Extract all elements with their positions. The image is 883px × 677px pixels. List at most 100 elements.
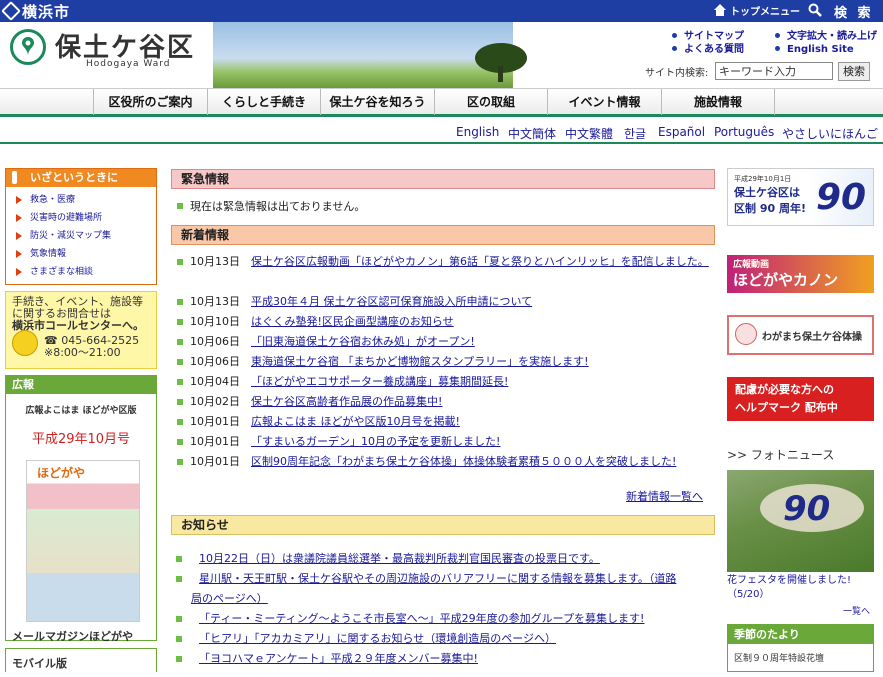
lang-portuguese[interactable]: Português xyxy=(714,125,774,139)
call-center-mascot-icon xyxy=(12,330,38,356)
lang-korean[interactable]: 한글 xyxy=(624,125,646,142)
kouhou-issue[interactable]: 平成29年10月号 xyxy=(6,428,156,447)
news-link[interactable]: 「すまいるガーデン」10月の予定を更新しました! xyxy=(251,432,500,452)
lang-easy-japanese[interactable]: やさしいにほんご xyxy=(782,125,878,142)
news-date: 10月13日 xyxy=(190,295,240,308)
mobile-box[interactable]: モバイル版 xyxy=(5,648,157,672)
search-button[interactable]: 検索 xyxy=(838,62,870,81)
bullet-icon xyxy=(176,636,182,642)
notice-link[interactable]: 10月22日（日）は衆議院議員総選挙・最高裁判所裁判官国民審査の投票日です。 xyxy=(199,549,600,569)
notice-link[interactable]: 局のページへ） xyxy=(191,589,268,609)
bullet-icon xyxy=(176,616,182,622)
bullet-icon xyxy=(176,656,182,662)
top-menu-link[interactable]: トップメニュー xyxy=(730,3,800,18)
news-date: 10月02日 xyxy=(190,395,240,408)
svg-text:90: 90 xyxy=(783,489,830,529)
news-link[interactable]: 東海道保土ケ谷宿 「まちかど博物館スタンプラリー」を実施します! xyxy=(251,352,589,372)
lang-english[interactable]: English xyxy=(456,125,499,139)
notice-link[interactable]: 「ヨコハマｅアンケート」平成２９年度メンバー募集中! xyxy=(199,649,478,669)
news-date: 10月06日 xyxy=(190,355,240,368)
season-title: 季節のたより xyxy=(728,625,873,644)
news-link[interactable]: 保土ケ谷区広報動画「ほどがやカノン」第6話「夏と祭りとハインリッヒ」を配信しまし… xyxy=(251,252,711,271)
emergency-link-evacuation[interactable]: 災害時の避難場所 xyxy=(16,209,156,227)
news-link[interactable]: 「旧東海道保土ケ谷宿お休み処」がオープン! xyxy=(251,332,475,352)
news-link[interactable]: 平成30年４月 保土ケ谷区認可保育施設入所申請について xyxy=(251,292,532,312)
mail-magazine-link[interactable]: メールマガジンほどがや xyxy=(12,628,133,644)
help-mark-banner[interactable]: 配慮が必要な方への ヘルプマーク 配布中 xyxy=(727,377,874,421)
faq-link[interactable]: よくある質問 xyxy=(672,43,744,56)
banner-text: わがまち保土ケ谷体操 xyxy=(762,332,862,343)
lang-spanish[interactable]: Español xyxy=(658,125,705,139)
taisou-banner[interactable]: わがまち保土ケ谷体操 xyxy=(727,315,874,355)
kouhou-box: 広報 広報よこはま ほどがや区版 平成29年10月号 ほどがや メールマガジンほ… xyxy=(5,375,157,644)
text-size-link[interactable]: 文字拡大・読み上げ xyxy=(775,30,877,43)
notice-link[interactable]: 星川駅・天王町駅・保土ケ谷駅やその周辺施設のバリアフリーに関する情報を募集します… xyxy=(199,569,676,589)
news-date: 10月01日 xyxy=(190,415,240,428)
bullet-icon xyxy=(177,203,183,209)
banner-text: 平成29年10月1日 xyxy=(734,175,792,183)
city-name[interactable]: 横浜市 xyxy=(22,1,70,22)
kouhou-cover-image[interactable]: ほどがや xyxy=(26,460,140,622)
news-date: 10月10日 xyxy=(190,315,240,328)
kouhou-cover-title: ほどがや xyxy=(37,466,86,480)
news-section-title: 新着情報 xyxy=(171,225,715,245)
global-nav: 区役所のご案内 くらしと手続き 保土ケ谷を知ろう 区の取組 イベント情報 施設情… xyxy=(0,88,883,117)
emergency-status-text: 現在は緊急情報は出ておりません。 xyxy=(190,200,366,213)
news-more-link[interactable]: 新着情報一覧へ xyxy=(626,488,703,504)
nav-facilities[interactable]: 施設情報 xyxy=(661,89,775,115)
notice-link[interactable]: 「ヒアリ」「アカカミアリ」に関するお知らせ（環境創造局のページへ） xyxy=(199,629,556,649)
emergency-link-consult[interactable]: さまざまな相談 xyxy=(16,263,156,281)
yokohama-logo-icon xyxy=(1,1,21,21)
season-text[interactable]: 区制９０周年特設花壇 xyxy=(728,644,873,664)
nav-initiatives[interactable]: 区の取組 xyxy=(434,89,547,115)
home-icon[interactable] xyxy=(714,4,726,16)
hodogaya-canon-banner[interactable]: 広報動画 ほどがやカノン xyxy=(727,255,874,293)
banner-text: ヘルプマーク 配布中 xyxy=(735,401,838,414)
search-input[interactable] xyxy=(715,62,833,80)
svg-text:90: 90 xyxy=(816,177,866,217)
news-link[interactable]: 区制90周年記念「わがまち保土ケ谷体操」体操体験者累積５０００人を突破しました! xyxy=(251,452,676,472)
bullet-icon xyxy=(176,576,182,582)
lang-zh-cn[interactable]: 中文簡体 xyxy=(508,125,556,142)
news-link[interactable]: 広報よこはま ほどがや区版10月号を掲載! xyxy=(251,412,460,432)
kouhou-subtitle[interactable]: 広報よこはま ほどがや区版 xyxy=(6,403,156,416)
emergency-box-title: いざというときに xyxy=(6,169,156,187)
header-banner-image xyxy=(213,22,527,88)
nav-events[interactable]: イベント情報 xyxy=(547,89,661,115)
nav-office-info[interactable]: 区役所のご案内 xyxy=(93,89,207,115)
anniversary-90-banner[interactable]: 平成29年10月1日 保土ケ谷区は 区制 90 周年! 90 xyxy=(727,168,874,226)
photo-news-title[interactable]: >> フォトニュース xyxy=(727,446,834,463)
sitemap-link[interactable]: サイトマップ xyxy=(672,30,744,43)
photo-news-image[interactable]: 90 xyxy=(727,470,874,572)
photo-news-caption[interactable]: 花フェスタを開催しました! （5/20） xyxy=(727,574,851,602)
search-icon[interactable] xyxy=(808,3,822,17)
banner-text: 保土ケ谷区は xyxy=(734,186,800,199)
site-header: 保土ケ谷区 Hodogaya Ward サイトマップ よくある質問 文字拡大・読… xyxy=(0,22,883,88)
news-date: 10月01日 xyxy=(190,455,240,468)
nav-know-hodogaya[interactable]: 保土ケ谷を知ろう xyxy=(320,89,434,115)
emergency-link-weather[interactable]: 気象情報 xyxy=(16,245,156,263)
call-center-tel: ☎ 045-664-2525 ※8:00～21:00 xyxy=(44,334,140,359)
news-link[interactable]: 保土ケ谷区高齢者作品展の作品募集中! xyxy=(251,392,442,412)
top-search-link[interactable]: 検 索 xyxy=(834,2,874,21)
season-box: 季節のたより 区制９０周年特設花壇 xyxy=(727,624,874,672)
lang-zh-tw[interactable]: 中文繁體 xyxy=(565,125,613,142)
banner-text: 区制 90 周年! xyxy=(734,202,806,215)
ward-logo-icon[interactable] xyxy=(10,29,46,65)
emergency-link-medical[interactable]: 救急・医療 xyxy=(16,191,156,209)
photo-more-link[interactable]: 一覧へ xyxy=(843,604,870,617)
flower-bed-90-icon: 90 xyxy=(760,484,864,532)
english-site-link[interactable]: English Site xyxy=(775,43,854,56)
notice-link[interactable]: 「ティー・ミーティング～ようこそ市長室へ～」平成29年度の参加グループを募集しま… xyxy=(199,609,644,629)
news-link[interactable]: はぐくみ塾発!区民企画型講座のお知らせ xyxy=(251,312,454,332)
news-link[interactable]: 「ほどがやエコサポーター養成講座」募集期間延長! xyxy=(251,372,508,392)
nav-living[interactable]: くらしと手続き xyxy=(207,89,320,115)
news-date: 10月01日 xyxy=(190,435,240,448)
news-date: 10月13日 xyxy=(190,255,240,268)
news-date: 10月06日 xyxy=(190,335,240,348)
news-date: 10月04日 xyxy=(190,375,240,388)
emergency-link-maps[interactable]: 防災・減災マップ集 xyxy=(16,227,156,245)
bullet-icon xyxy=(176,556,182,562)
call-center-banner[interactable]: 手続き、イベント、施設等 に関するお問合せは 横浜市コールセンターへ。 ☎ 04… xyxy=(5,291,157,369)
top-bar: 横浜市 トップメニュー 検 索 xyxy=(0,0,883,22)
